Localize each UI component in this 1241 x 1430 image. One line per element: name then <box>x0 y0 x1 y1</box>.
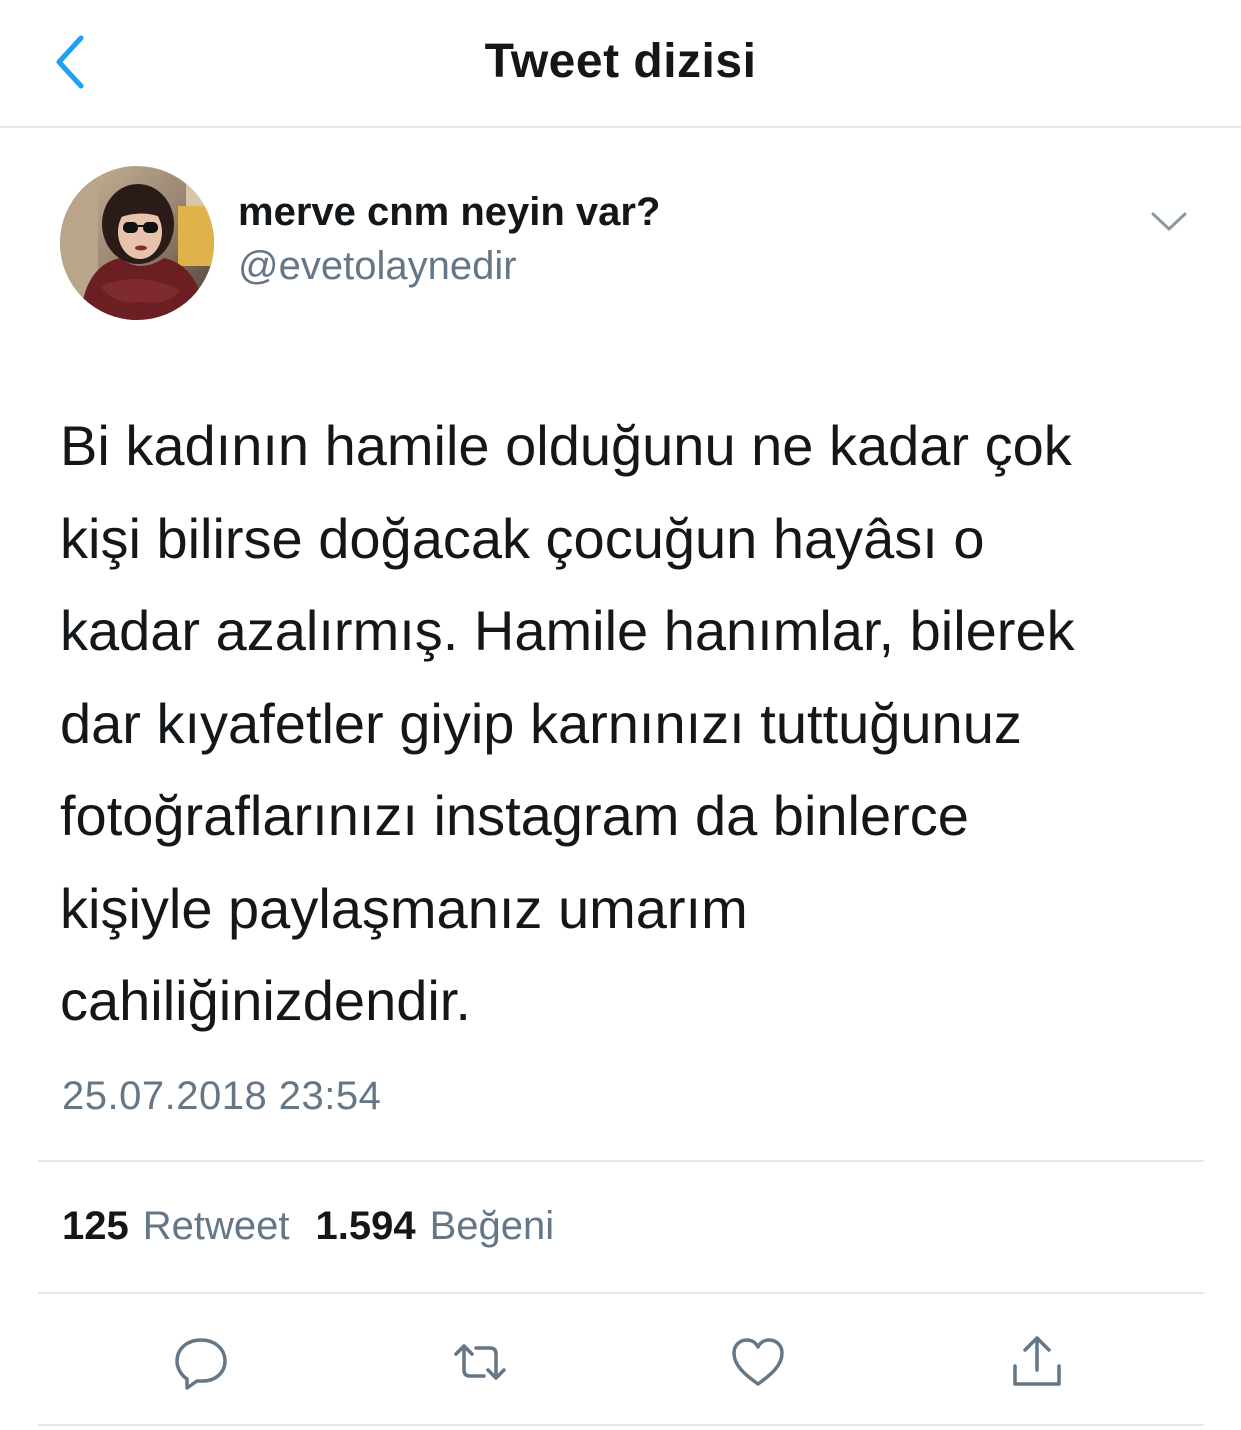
page-title: Tweet dizisi <box>484 35 757 88</box>
retweet-button[interactable] <box>444 1326 516 1398</box>
tweet-text: Bi kadının hamile olduğunu ne kadar çok … <box>60 400 1180 1048</box>
chevron-down-icon <box>1151 212 1187 231</box>
tweet-timestamp: 25.07.2018 23:54 <box>62 1074 382 1118</box>
tweet-text-line: kişi bilirse doğacak çocuğun hayâsı o <box>60 506 985 570</box>
like-count-label: Beğeni <box>429 1204 555 1248</box>
share-button[interactable] <box>1001 1326 1073 1398</box>
avatar-image <box>60 166 214 320</box>
retweet-count-label: Retweet <box>142 1204 290 1248</box>
tweet-text-line: dar kıyafetler giyip karnınızı tuttuğunu… <box>60 691 1022 755</box>
user-handle[interactable]: @evetolaynedir <box>238 244 517 289</box>
like-count-number: 1.594 <box>315 1204 416 1248</box>
divider <box>38 1424 1204 1426</box>
tweet-text-line: Bi kadının hamile olduğunu ne kadar çok <box>60 414 1072 477</box>
avatar[interactable] <box>60 166 214 320</box>
share-icon <box>1013 1336 1061 1386</box>
tweet-text-line: cahiliğinizdendir. <box>60 969 471 1032</box>
tweet-stats: 125 Retweet 1.594 Beğeni <box>62 1204 554 1249</box>
heart-icon <box>732 1338 784 1386</box>
retweet-icon <box>454 1344 506 1380</box>
retweet-count-number: 125 <box>62 1204 129 1248</box>
divider <box>38 1160 1204 1162</box>
tweet-text-line: kadar azalırmış. Hamile hanımlar, bilere… <box>60 599 1075 662</box>
tweet-text-line: fotoğraflarınızı instagram da binlerce <box>60 784 969 847</box>
like-count[interactable]: 1.594 Beğeni <box>316 1204 555 1249</box>
retweet-count[interactable]: 125 Retweet <box>62 1204 290 1249</box>
like-button[interactable] <box>722 1326 794 1398</box>
more-options-button[interactable] <box>1146 202 1192 242</box>
divider <box>38 1292 1204 1294</box>
display-name[interactable]: merve cnm neyin var? <box>238 190 660 235</box>
reply-button[interactable] <box>165 1326 237 1398</box>
tweet-text-line: kişiyle paylaşmanız umarım <box>60 876 748 940</box>
top-bar: Tweet dizisi <box>0 0 1241 128</box>
reply-icon <box>175 1338 227 1390</box>
